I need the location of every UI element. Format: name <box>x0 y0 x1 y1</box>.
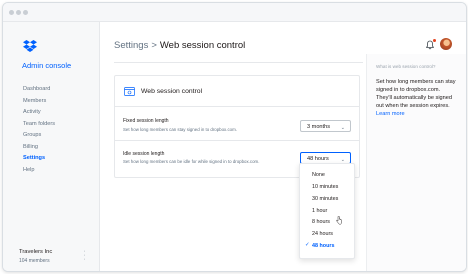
idle-session-description: Set how long members can be idle for whi… <box>123 159 260 164</box>
option-10-minutes[interactable]: 10 minutes <box>312 184 338 190</box>
breadcrumb-settings-link[interactable]: Settings <box>114 40 148 51</box>
breadcrumb-separator: > <box>151 40 157 51</box>
dropbox-logo-icon[interactable] <box>23 40 37 52</box>
option-none[interactable]: None <box>312 172 325 178</box>
sidebar-item-dashboard[interactable]: Dashboard <box>23 84 55 96</box>
idle-session-value: 48 hours <box>307 156 329 162</box>
notification-badge <box>433 39 436 42</box>
window-maximize-dot[interactable] <box>23 10 28 15</box>
sidebar-item-settings[interactable]: Settings <box>23 153 55 165</box>
help-panel: What is web session control? Set how lon… <box>366 54 466 271</box>
idle-session-label: Idle session length <box>123 151 165 157</box>
fixed-session-value: 3 months <box>307 124 331 130</box>
row-divider <box>115 140 359 141</box>
window-minimize-dot[interactable] <box>16 10 21 15</box>
sidebar-item-groups[interactable]: Groups <box>23 130 55 142</box>
chevron-down-icon: ⌄ <box>340 125 345 131</box>
breadcrumb: Settings > Web session control <box>114 40 245 51</box>
hand-cursor-icon <box>336 216 342 225</box>
more-vertical-icon[interactable]: · · · <box>81 248 87 263</box>
sidebar-item-billing[interactable]: Billing <box>23 142 55 154</box>
option-30-minutes[interactable]: 30 minutes <box>312 196 338 202</box>
sidebar-item-activity[interactable]: Activity <box>23 107 55 119</box>
help-panel-body: Set how long members can stay signed in … <box>376 79 456 109</box>
help-panel-title: What is web session control? <box>376 64 436 69</box>
sidebar: Admin console Dashboard Members Activity… <box>3 22 100 271</box>
app-window: Admin console Dashboard Members Activity… <box>2 2 467 272</box>
help-panel-text: Set how long members can stay signed in … <box>376 78 456 118</box>
sidebar-item-team-folders[interactable]: Team folders <box>23 119 55 131</box>
fixed-session-description: Set how long members can stay signed in … <box>123 127 237 132</box>
page-title: Web session control <box>159 40 246 51</box>
fixed-session-label: Fixed session length <box>123 118 169 124</box>
sidebar-item-help[interactable]: Help <box>23 165 55 177</box>
option-1-hour[interactable]: 1 hour <box>312 208 327 214</box>
avatar[interactable] <box>440 38 452 50</box>
card-header: Web session control <box>115 76 359 107</box>
browser-window-icon <box>124 87 135 96</box>
fixed-session-select[interactable]: 3 months ⌄ <box>300 120 351 132</box>
window-titlebar <box>3 3 466 22</box>
window-close-dot[interactable] <box>9 10 14 15</box>
sidebar-nav: Dashboard Members Activity Team folders … <box>23 84 55 176</box>
option-24-hours[interactable]: 24 hours <box>312 231 333 237</box>
card-title: Web session control <box>141 88 203 95</box>
learn-more-link[interactable]: Learn more <box>376 111 405 117</box>
option-48-hours[interactable]: 48 hours <box>312 243 334 249</box>
sidebar-item-members[interactable]: Members <box>23 96 55 108</box>
option-8-hours[interactable]: 8 hours <box>312 219 330 225</box>
admin-console-title[interactable]: Admin console <box>22 61 71 70</box>
check-icon: ✓ <box>305 242 310 248</box>
team-name: Travelers Inc <box>19 249 53 255</box>
idle-session-dropdown: None 10 minutes 30 minutes 1 hour 8 hour… <box>299 163 355 259</box>
header-divider <box>114 62 363 63</box>
team-member-count: 104 members <box>19 258 50 264</box>
